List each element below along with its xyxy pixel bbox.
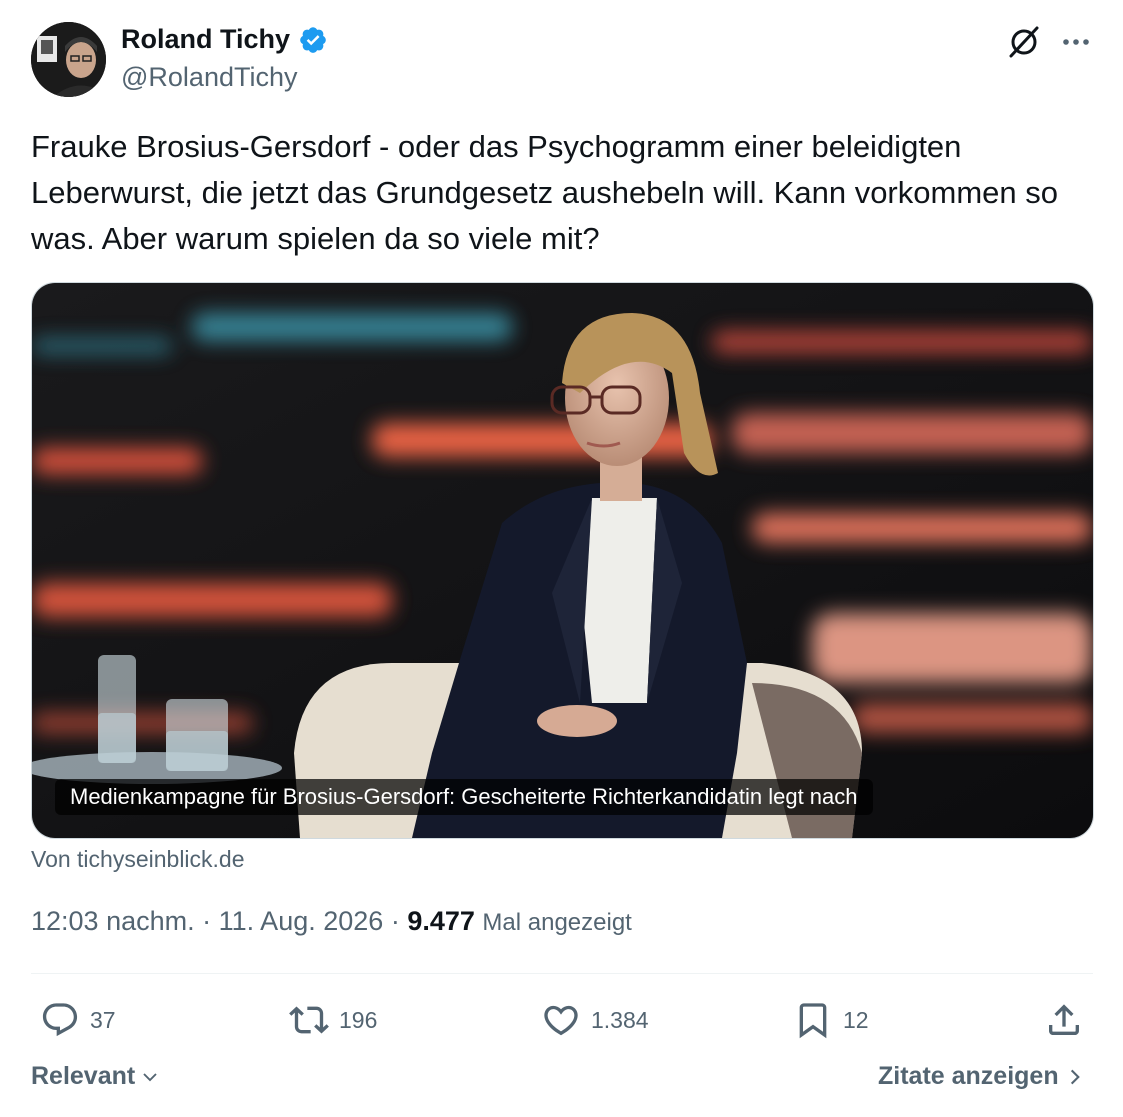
tweet-time[interactable]: 12:03 nachm. [31, 906, 195, 936]
meta-separator: · [202, 906, 212, 936]
author-handle[interactable]: @RolandTichy [121, 62, 297, 93]
like-count: 1.384 [591, 1006, 649, 1033]
verified-badge-icon [300, 26, 326, 53]
avatar-image [31, 22, 106, 97]
preview-image [32, 283, 1093, 838]
card-title: Medienkampagne für Brosius-Gersdorf: Ges… [55, 779, 873, 815]
tweet-date[interactable]: 11. Aug. 2026 [219, 906, 384, 936]
author-avatar[interactable] [31, 22, 106, 97]
retweet-icon [289, 1006, 329, 1034]
view-quotes-label: Zitate anzeigen [878, 1062, 1059, 1090]
reply-count: 37 [90, 1006, 116, 1033]
divider [31, 973, 1093, 974]
tweet-meta: 12:03 nachm. · 11. Aug. 2026 · 9.477 Mal… [31, 906, 632, 937]
grok-icon[interactable] [1006, 24, 1042, 60]
bookmark-icon [799, 1003, 827, 1039]
reply-icon [42, 1003, 78, 1037]
bookmark-button[interactable]: 12 [793, 998, 869, 1042]
link-preview-card[interactable]: Medienkampagne für Brosius-Gersdorf: Ges… [31, 282, 1094, 839]
card-source[interactable]: Von tichyseinblick.de [31, 846, 245, 873]
retweet-button[interactable]: 196 [289, 998, 377, 1042]
heart-icon [544, 1005, 578, 1036]
reply-button[interactable]: 37 [40, 998, 116, 1042]
author-name-row[interactable]: Roland Tichy [121, 24, 328, 55]
like-button[interactable]: 1.384 [541, 998, 649, 1042]
view-quotes-link[interactable]: Zitate anzeigen [878, 1062, 1085, 1091]
sort-label: Relevant [31, 1062, 136, 1090]
views-count: 9.477 [407, 906, 475, 936]
share-button[interactable] [1044, 998, 1084, 1042]
views-label: Mal angezeigt [482, 909, 632, 936]
author-name[interactable]: Roland Tichy [121, 24, 290, 55]
chevron-right-icon [1070, 1069, 1080, 1084]
sort-dropdown[interactable]: Relevant [31, 1062, 159, 1091]
bookmark-count: 12 [843, 1006, 869, 1033]
tweet-text: Frauke Brosius-Gersdorf - oder das Psych… [31, 129, 1058, 256]
chevron-down-icon [143, 1072, 157, 1081]
share-icon [1049, 1004, 1079, 1035]
meta-separator: · [390, 906, 400, 936]
more-icon[interactable] [1058, 28, 1094, 56]
retweet-count: 196 [339, 1006, 378, 1033]
